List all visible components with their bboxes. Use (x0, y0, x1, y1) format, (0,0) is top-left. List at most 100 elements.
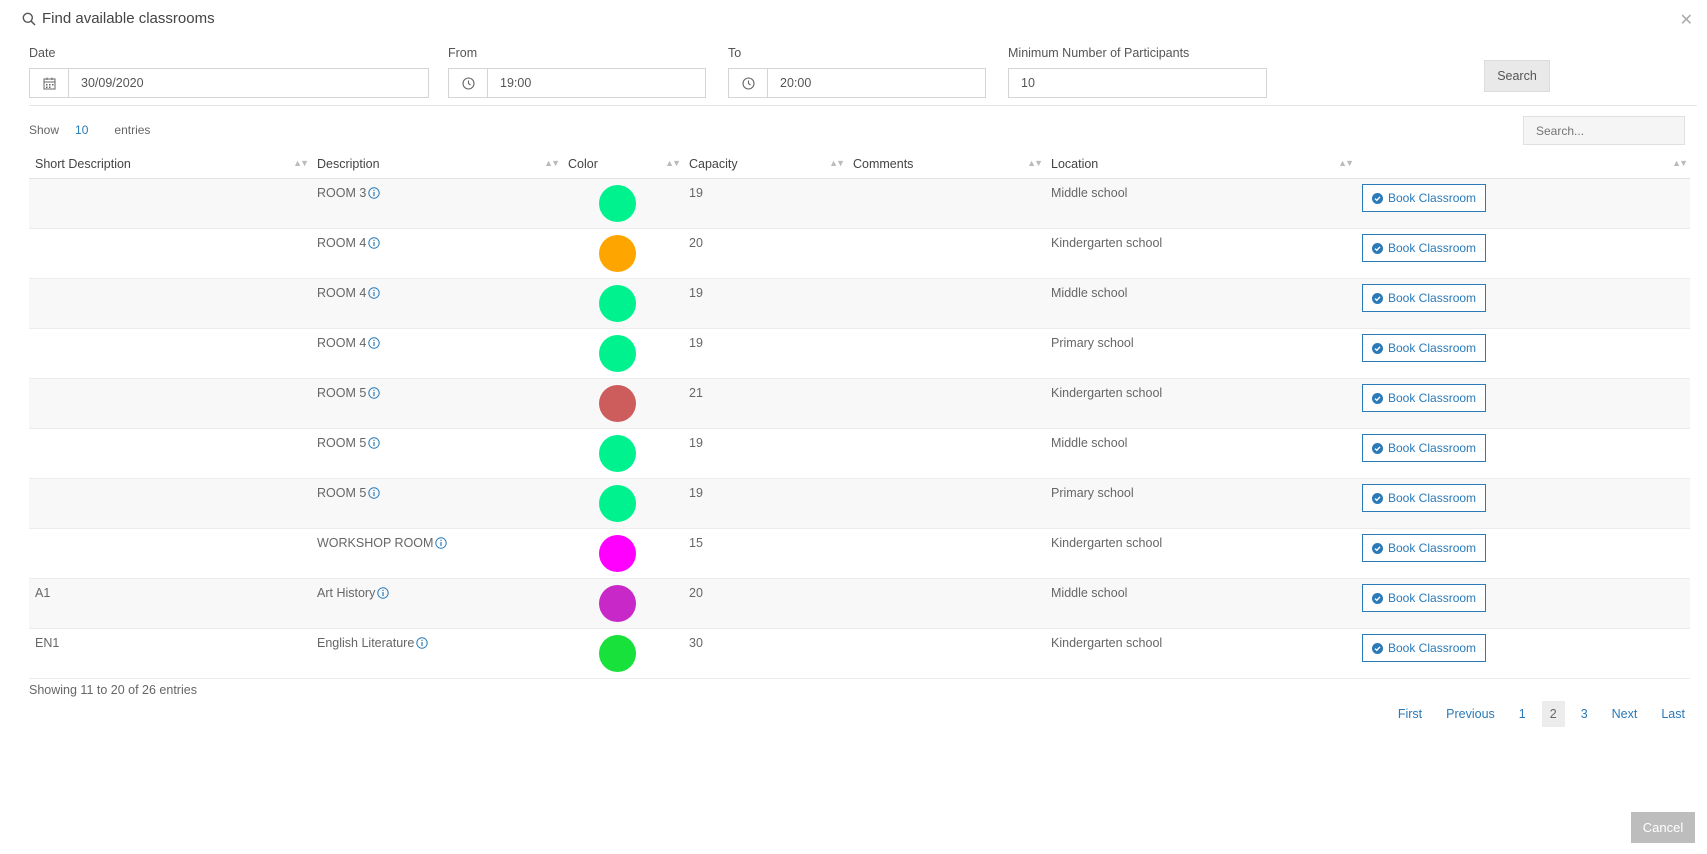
cancel-button[interactable]: Cancel (1631, 812, 1695, 843)
participants-field[interactable] (1008, 68, 1267, 98)
info-icon[interactable] (368, 487, 381, 499)
cell-comments (847, 578, 1045, 629)
book-classroom-button[interactable]: Book Classroom (1362, 234, 1487, 262)
cell-color (562, 478, 683, 529)
book-classroom-button[interactable]: Book Classroom (1362, 484, 1487, 512)
column-header[interactable]: Description ▲▼ (311, 150, 562, 179)
sort-icon[interactable]: ▲▼ (1027, 158, 1043, 168)
pagination: First Previous 1 2 3 Next Last (1382, 701, 1693, 727)
info-icon[interactable] (368, 387, 381, 399)
color-swatch (599, 385, 636, 422)
cell-description: English Literature (311, 628, 562, 679)
table-row: ROOM 3 19 Middle school Book Classroom (29, 178, 1690, 229)
cell-short-description (29, 228, 311, 279)
from-field[interactable] (448, 68, 706, 98)
color-swatch (599, 435, 636, 472)
book-classroom-label: Book Classroom (1388, 341, 1477, 355)
column-header-label: Capacity (689, 157, 738, 171)
cell-actions: Book Classroom (1356, 228, 1690, 279)
book-classroom-label: Book Classroom (1388, 641, 1477, 655)
date-input[interactable] (69, 69, 428, 97)
check-circle-icon (1372, 442, 1383, 454)
cell-color (562, 178, 683, 229)
column-header[interactable]: Location ▲▼ (1045, 150, 1356, 179)
check-circle-icon (1372, 392, 1383, 404)
sort-icon[interactable]: ▲▼ (665, 158, 681, 168)
sort-icon[interactable]: ▲▼ (829, 158, 845, 168)
description-text: ROOM 5 (317, 386, 367, 400)
info-icon[interactable] (377, 587, 390, 599)
description-text: English Literature (317, 636, 415, 650)
book-classroom-label: Book Classroom (1388, 541, 1477, 555)
book-classroom-button[interactable]: Book Classroom (1362, 634, 1487, 662)
book-classroom-label: Book Classroom (1388, 291, 1477, 305)
column-header-label: Short Description (35, 157, 131, 171)
book-classroom-button[interactable]: Book Classroom (1362, 534, 1487, 562)
first-page-link[interactable]: First (1390, 701, 1430, 727)
cell-short-description (29, 378, 311, 429)
table-row: ROOM 5 19 Primary school Book Classroom (29, 478, 1690, 529)
book-classroom-button[interactable]: Book Classroom (1362, 434, 1487, 462)
cell-short-description (29, 478, 311, 529)
cell-location: Middle school (1045, 428, 1356, 479)
info-icon[interactable] (368, 237, 381, 249)
cell-color (562, 228, 683, 279)
info-icon[interactable] (435, 537, 448, 549)
participants-input[interactable] (1009, 69, 1266, 97)
to-field[interactable] (728, 68, 986, 98)
info-icon[interactable] (368, 437, 381, 449)
info-icon[interactable] (368, 287, 381, 299)
column-header[interactable]: Comments ▲▼ (847, 150, 1045, 179)
cell-actions: Book Classroom (1356, 378, 1690, 429)
cell-capacity: 15 (683, 528, 847, 579)
book-classroom-label: Book Classroom (1388, 191, 1477, 205)
clock-icon[interactable] (729, 69, 768, 97)
check-circle-icon (1372, 492, 1383, 504)
clock-icon[interactable] (449, 69, 488, 97)
table-row: ROOM 4 19 Middle school Book Classroom (29, 278, 1690, 329)
book-classroom-button[interactable]: Book Classroom (1362, 184, 1487, 212)
search-button[interactable]: Search (1484, 60, 1550, 92)
column-header[interactable]: Capacity ▲▼ (683, 150, 847, 179)
column-header[interactable]: Color ▲▼ (562, 150, 683, 179)
dialog-title: Find available classrooms (22, 10, 215, 27)
column-header[interactable]: ▲▼ (1356, 150, 1690, 179)
page-link[interactable]: 1 (1511, 701, 1534, 727)
cell-location: Kindergarten school (1045, 628, 1356, 679)
date-label: Date (29, 46, 56, 60)
book-classroom-button[interactable]: Book Classroom (1362, 384, 1487, 412)
sort-icon[interactable]: ▲▼ (544, 158, 560, 168)
close-icon[interactable]: ✕ (1680, 10, 1693, 30)
cell-description: ROOM 4 (311, 328, 562, 379)
description-text: WORKSHOP ROOM (317, 536, 434, 550)
entries-length-select[interactable]: 10 (75, 123, 88, 137)
table-search-input[interactable] (1523, 116, 1685, 145)
book-classroom-label: Book Classroom (1388, 491, 1477, 505)
book-classroom-button[interactable]: Book Classroom (1362, 284, 1487, 312)
cell-color (562, 628, 683, 679)
info-icon[interactable] (368, 337, 381, 349)
cell-capacity: 19 (683, 278, 847, 329)
cell-capacity: 19 (683, 328, 847, 379)
to-input[interactable] (768, 69, 985, 97)
from-input[interactable] (488, 69, 705, 97)
sort-icon[interactable]: ▲▼ (293, 158, 309, 168)
page-link[interactable]: 3 (1573, 701, 1596, 727)
info-icon[interactable] (416, 637, 428, 649)
book-classroom-button[interactable]: Book Classroom (1362, 334, 1487, 362)
last-page-link[interactable]: Last (1653, 701, 1693, 727)
column-header[interactable]: Short Description ▲▼ (29, 150, 311, 179)
date-field[interactable] (29, 68, 429, 98)
cell-location: Kindergarten school (1045, 228, 1356, 279)
calendar-icon[interactable] (30, 69, 69, 97)
page-link-active[interactable]: 2 (1541, 701, 1565, 727)
cell-actions: Book Classroom (1356, 428, 1690, 479)
info-icon[interactable] (368, 187, 381, 199)
book-classroom-button[interactable]: Book Classroom (1362, 584, 1487, 612)
next-page-link[interactable]: Next (1604, 701, 1646, 727)
sort-icon[interactable]: ▲▼ (1672, 158, 1688, 168)
cell-description: ROOM 5 (311, 478, 562, 529)
classrooms-table: Short Description ▲▼ Description ▲▼ Color ▲… (29, 150, 1690, 679)
sort-icon[interactable]: ▲▼ (1338, 158, 1354, 168)
previous-page-link[interactable]: Previous (1438, 701, 1503, 727)
